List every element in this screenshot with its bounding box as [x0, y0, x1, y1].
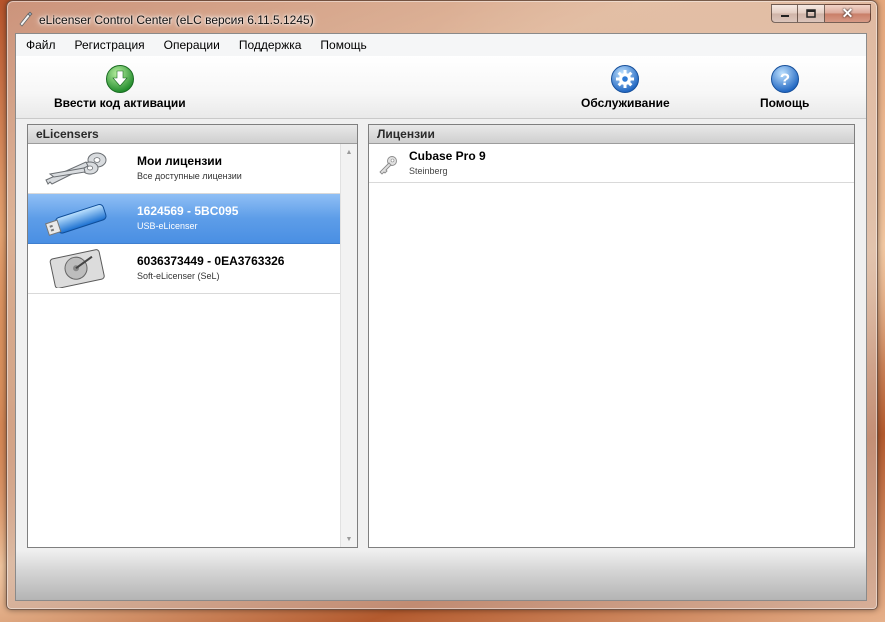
- application-window: eLicenser Control Center (eLC версия 6.1…: [6, 0, 878, 610]
- elicensers-scrollbar[interactable]: ▲ ▼: [340, 144, 357, 547]
- license-item-cubase[interactable]: Cubase Pro 9 Steinberg: [369, 144, 854, 183]
- elicensers-panel: eLicensers Мои лицензии Все доступные ли…: [27, 124, 358, 548]
- toolbar: Ввести код активации Обслуживание ? Помо…: [16, 56, 866, 119]
- elicenser-item-subtitle: USB-eLicenser: [137, 221, 198, 231]
- gear-icon: [611, 65, 640, 93]
- enter-activation-code-label: Ввести код активации: [54, 96, 186, 110]
- title-bar[interactable]: eLicenser Control Center (eLC версия 6.1…: [7, 1, 877, 33]
- license-vendor: Steinberg: [409, 166, 448, 176]
- maintenance-button[interactable]: Обслуживание: [581, 64, 670, 110]
- window-title: eLicenser Control Center (eLC версия 6.1…: [39, 13, 314, 27]
- licenses-panel: Лицензии Cubase Pro 9 Steinberg: [368, 124, 855, 548]
- elicenser-item-soft[interactable]: 6036373449 - 0EA3763326 Soft-eLicenser (…: [28, 244, 341, 294]
- maximize-icon: [806, 9, 816, 18]
- scroll-down-icon[interactable]: ▼: [341, 531, 357, 547]
- question-icon: ?: [770, 65, 799, 93]
- svg-text:?: ?: [779, 70, 789, 89]
- caption-buttons: ✕: [771, 4, 871, 24]
- maximize-button[interactable]: [798, 4, 825, 23]
- help-label: Помощь: [760, 96, 810, 110]
- elicenser-item-subtitle: Soft-eLicenser (SeL): [137, 271, 220, 281]
- menu-operations[interactable]: Операции: [154, 34, 229, 56]
- close-icon: ✕: [841, 5, 854, 21]
- download-arrow-icon: [105, 65, 134, 93]
- maintenance-label: Обслуживание: [581, 96, 670, 110]
- key-icon: [379, 156, 397, 175]
- elicenser-app-icon: [19, 11, 33, 27]
- enter-activation-code-button[interactable]: Ввести код активации: [54, 64, 186, 110]
- usb-stick-icon: [45, 203, 107, 236]
- status-bar: [16, 550, 866, 600]
- menu-bar: Файл Регистрация Операции Поддержка Помо…: [16, 34, 866, 57]
- menu-registration[interactable]: Регистрация: [65, 34, 154, 56]
- elicensers-list: Мои лицензии Все доступные лицензии 1624…: [28, 144, 341, 547]
- elicenser-item-my-licenses[interactable]: Мои лицензии Все доступные лицензии: [28, 144, 341, 194]
- elicenser-item-title: 1624569 - 5BC095: [137, 204, 239, 218]
- client-area: Файл Регистрация Операции Поддержка Помо…: [15, 33, 867, 601]
- elicenser-item-usb[interactable]: 1624569 - 5BC095 USB-eLicenser: [28, 194, 341, 244]
- hard-drive-icon: [49, 249, 105, 288]
- close-button[interactable]: ✕: [825, 4, 871, 23]
- elicenser-item-title: 6036373449 - 0EA3763326: [137, 254, 285, 268]
- elicenser-item-subtitle: Все доступные лицензии: [137, 171, 242, 181]
- menu-help[interactable]: Помощь: [310, 34, 375, 56]
- licenses-header: Лицензии: [369, 125, 854, 144]
- elicensers-header: eLicensers: [28, 125, 357, 144]
- license-title: Cubase Pro 9: [409, 149, 486, 163]
- minimize-icon: [780, 14, 789, 17]
- menu-file[interactable]: Файл: [16, 34, 65, 56]
- help-button[interactable]: ? Помощь: [760, 64, 809, 110]
- menu-support[interactable]: Поддержка: [229, 34, 311, 56]
- elicenser-item-title: Мои лицензии: [137, 154, 223, 168]
- keys-icon: [45, 152, 107, 185]
- scroll-up-icon[interactable]: ▲: [341, 144, 357, 160]
- minimize-button[interactable]: [771, 4, 798, 23]
